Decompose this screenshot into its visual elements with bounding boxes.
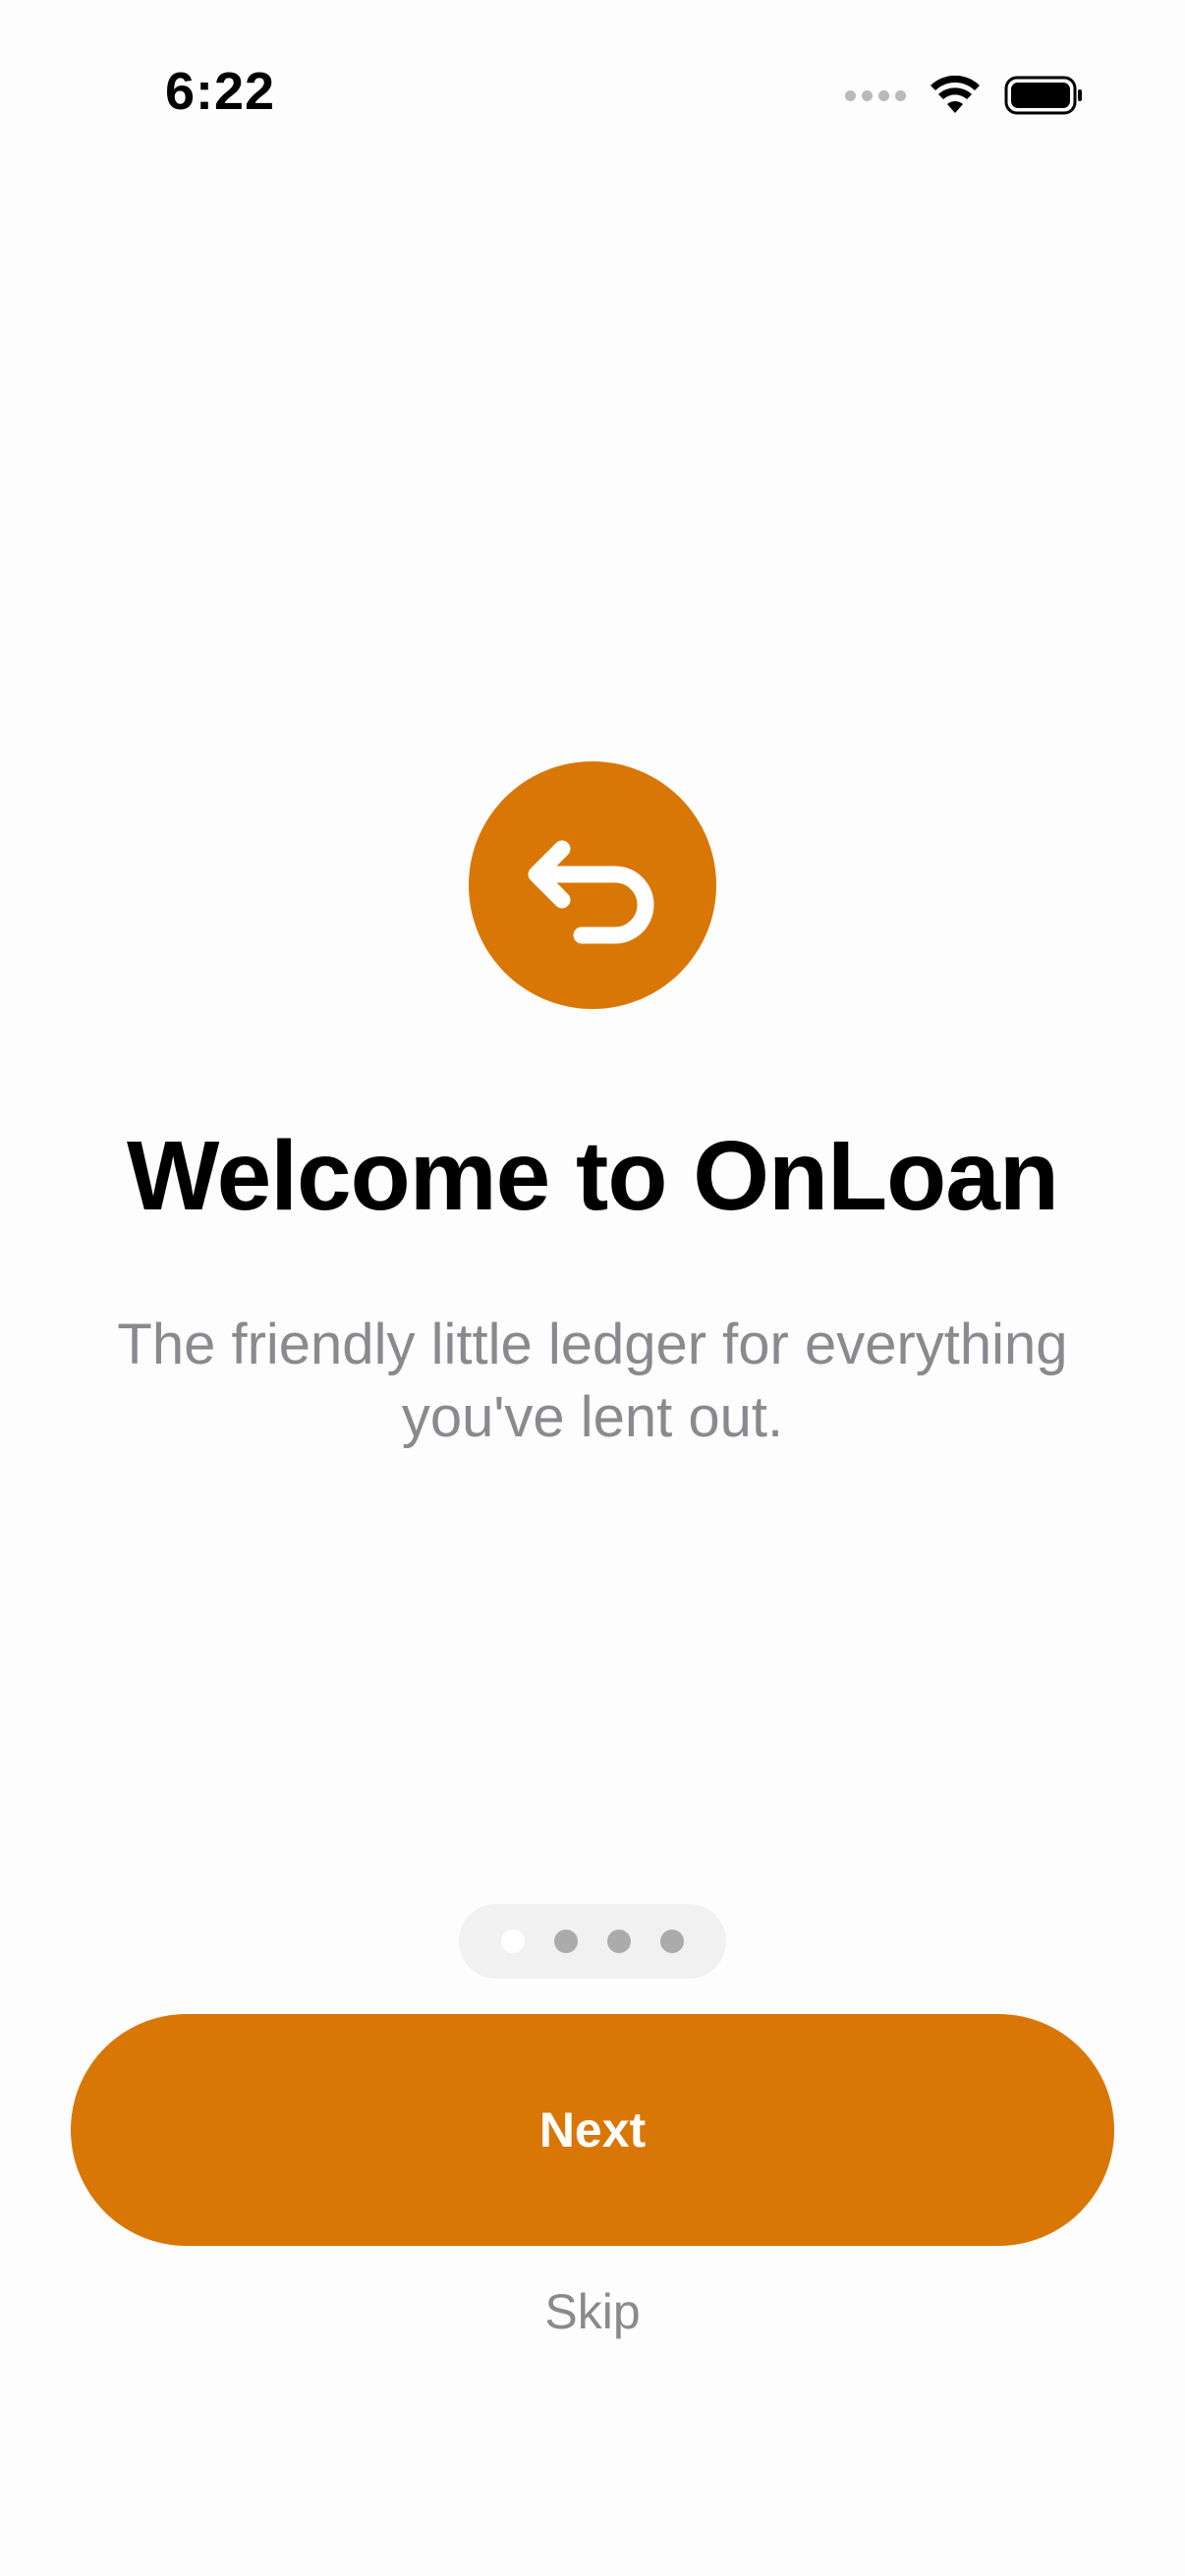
battery-icon: [1004, 76, 1082, 115]
page-indicator[interactable]: [459, 1904, 726, 1979]
wifi-icon: [931, 76, 980, 113]
status-icons: [845, 73, 1083, 118]
page-dot-3[interactable]: [607, 1930, 631, 1953]
page-dot-1[interactable]: [501, 1930, 525, 1953]
onboarding-screen: 6:22 Welcome to OnLoan The friendly litt…: [0, 0, 1185, 2576]
skip-button[interactable]: Skip: [445, 2277, 740, 2346]
page-dot-2[interactable]: [554, 1930, 578, 1953]
status-time: 6:22: [165, 62, 276, 121]
next-button[interactable]: Next: [71, 2014, 1114, 2246]
welcome-title: Welcome to OnLoan: [127, 1121, 1059, 1231]
welcome-subtitle: The friendly little ledger for everythin…: [117, 1313, 1068, 1449]
page-dot-4[interactable]: [660, 1930, 684, 1953]
return-arrow-icon: [528, 840, 654, 944]
app-logo: [469, 761, 716, 1009]
signal-dots-icon: [845, 89, 906, 101]
